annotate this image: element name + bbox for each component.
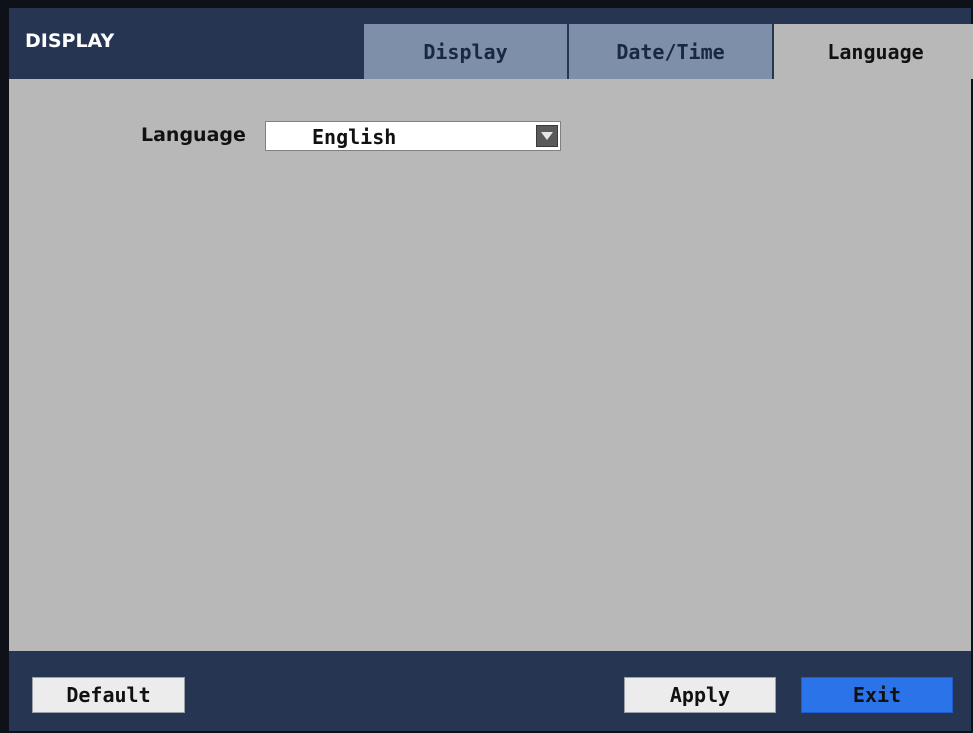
language-label: Language — [141, 124, 246, 146]
language-panel: Language English — [9, 79, 971, 651]
language-select-value: English — [312, 125, 397, 149]
tab-date-time[interactable]: Date/Time — [569, 24, 772, 79]
default-button[interactable]: Default — [32, 677, 185, 713]
button-bar: Default Apply Exit — [9, 651, 971, 731]
chevron-down-icon[interactable] — [536, 125, 558, 147]
window-header: DISPLAY Display Date/Time Language — [9, 8, 973, 79]
exit-button[interactable]: Exit — [801, 677, 953, 713]
apply-button[interactable]: Apply — [624, 677, 776, 713]
tab-bar: Display Date/Time Language — [364, 24, 973, 79]
tab-language[interactable]: Language — [774, 24, 973, 79]
language-select[interactable]: English — [265, 121, 561, 151]
chevron-down-icon-glyph — [541, 132, 553, 140]
display-settings-window: DISPLAY Display Date/Time Language Langu… — [9, 8, 973, 731]
window-title: DISPLAY — [25, 30, 115, 52]
tab-display[interactable]: Display — [364, 24, 567, 79]
